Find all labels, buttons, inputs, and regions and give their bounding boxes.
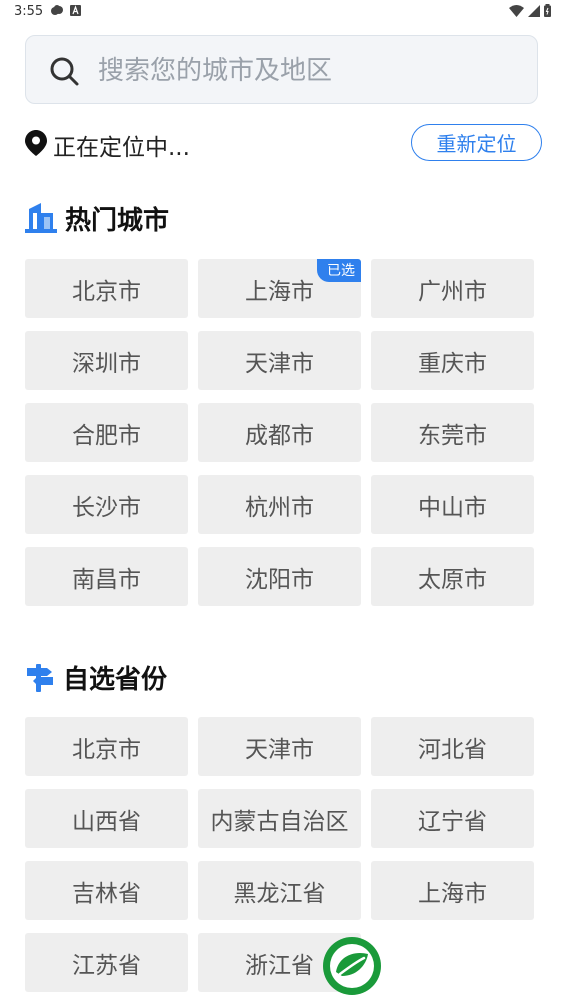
hot-city-item[interactable]: 天津市 <box>198 331 361 390</box>
hot-city-item[interactable]: 合肥市 <box>25 403 188 462</box>
leaf-logo-icon[interactable] <box>322 936 382 996</box>
province-item[interactable]: 内蒙古自治区 <box>198 789 361 848</box>
location-status: 正在定位中... <box>53 135 190 161</box>
province-label: 吉林省 <box>72 880 141 907</box>
status-right-icons <box>509 4 551 17</box>
province-item[interactable]: 吉林省 <box>25 861 188 920</box>
province-label: 浙江省 <box>245 952 314 979</box>
hot-city-item[interactable]: 沈阳市 <box>198 547 361 606</box>
wifi-icon <box>509 4 524 17</box>
province-item[interactable]: 北京市 <box>25 717 188 776</box>
hot-city-item-selected[interactable]: 上海市 已选 <box>198 259 361 318</box>
city-label: 东莞市 <box>418 422 487 449</box>
hot-city-item[interactable]: 成都市 <box>198 403 361 462</box>
province-label: 河北省 <box>418 736 487 763</box>
province-item[interactable]: 辽宁省 <box>371 789 534 848</box>
status-bar: 3:55 <box>0 0 565 24</box>
city-label: 合肥市 <box>72 422 141 449</box>
city-label: 长沙市 <box>72 494 141 521</box>
hot-city-item[interactable]: 重庆市 <box>371 331 534 390</box>
status-left-icons <box>50 4 81 16</box>
province-item[interactable]: 上海市 <box>371 861 534 920</box>
hot-city-item[interactable]: 太原市 <box>371 547 534 606</box>
province-label: 北京市 <box>72 736 141 763</box>
city-label: 杭州市 <box>245 494 314 521</box>
hot-cities-heading: 热门城市 <box>25 200 169 236</box>
building-icon <box>25 203 57 233</box>
relocate-button[interactable]: 重新定位 <box>411 124 542 161</box>
province-label: 黑龙江省 <box>233 880 326 907</box>
city-label: 重庆市 <box>418 350 487 377</box>
hot-city-item[interactable]: 杭州市 <box>198 475 361 534</box>
provinces-title: 自选省份 <box>63 664 168 695</box>
city-label: 北京市 <box>72 278 141 305</box>
hot-city-item[interactable]: 广州市 <box>371 259 534 318</box>
status-time: 3:55 <box>14 4 44 19</box>
hot-cities-grid: 北京市 上海市 已选 广州市 深圳市 天津市 重庆市 合肥市 成都市 东莞市 长… <box>25 259 535 606</box>
search-box[interactable] <box>25 35 538 104</box>
city-label: 深圳市 <box>72 350 141 377</box>
province-item[interactable]: 山西省 <box>25 789 188 848</box>
province-label: 上海市 <box>418 880 487 907</box>
province-label: 辽宁省 <box>418 808 487 835</box>
notification-cloud-icon <box>51 5 63 15</box>
hot-city-item[interactable]: 深圳市 <box>25 331 188 390</box>
province-item[interactable]: 河北省 <box>371 717 534 776</box>
province-item[interactable]: 天津市 <box>198 717 361 776</box>
hot-city-item[interactable]: 东莞市 <box>371 403 534 462</box>
city-label: 天津市 <box>245 350 314 377</box>
search-input[interactable] <box>96 50 530 92</box>
hot-cities-title: 热门城市 <box>65 205 170 236</box>
location-row: 正在定位中... 重新定位 <box>25 124 545 162</box>
province-item[interactable]: 江苏省 <box>25 933 188 992</box>
city-label: 太原市 <box>418 566 487 593</box>
signpost-icon <box>27 664 53 692</box>
hot-city-item[interactable]: 长沙市 <box>25 475 188 534</box>
battery-icon <box>544 4 551 17</box>
notification-a-icon <box>70 4 81 16</box>
city-label: 沈阳市 <box>245 566 314 593</box>
hot-city-item[interactable]: 南昌市 <box>25 547 188 606</box>
location-pin-icon <box>25 130 47 156</box>
province-item[interactable]: 黑龙江省 <box>198 861 361 920</box>
province-label: 山西省 <box>72 808 141 835</box>
province-label: 内蒙古自治区 <box>210 808 349 835</box>
city-label: 广州市 <box>418 278 487 305</box>
provinces-heading: 自选省份 <box>25 659 167 695</box>
search-icon <box>50 57 79 86</box>
city-label: 成都市 <box>245 422 314 449</box>
provinces-grid: 北京市 天津市 河北省 山西省 内蒙古自治区 辽宁省 吉林省 黑龙江省 上海市 … <box>25 717 535 992</box>
selected-badge: 已选 <box>317 259 361 282</box>
province-label: 江苏省 <box>72 952 141 979</box>
city-label: 中山市 <box>418 494 487 521</box>
hot-city-item[interactable]: 北京市 <box>25 259 188 318</box>
hot-city-item[interactable]: 中山市 <box>371 475 534 534</box>
province-label: 天津市 <box>245 736 314 763</box>
city-label: 上海市 <box>245 278 314 305</box>
city-label: 南昌市 <box>72 566 141 593</box>
signal-icon <box>528 4 540 17</box>
